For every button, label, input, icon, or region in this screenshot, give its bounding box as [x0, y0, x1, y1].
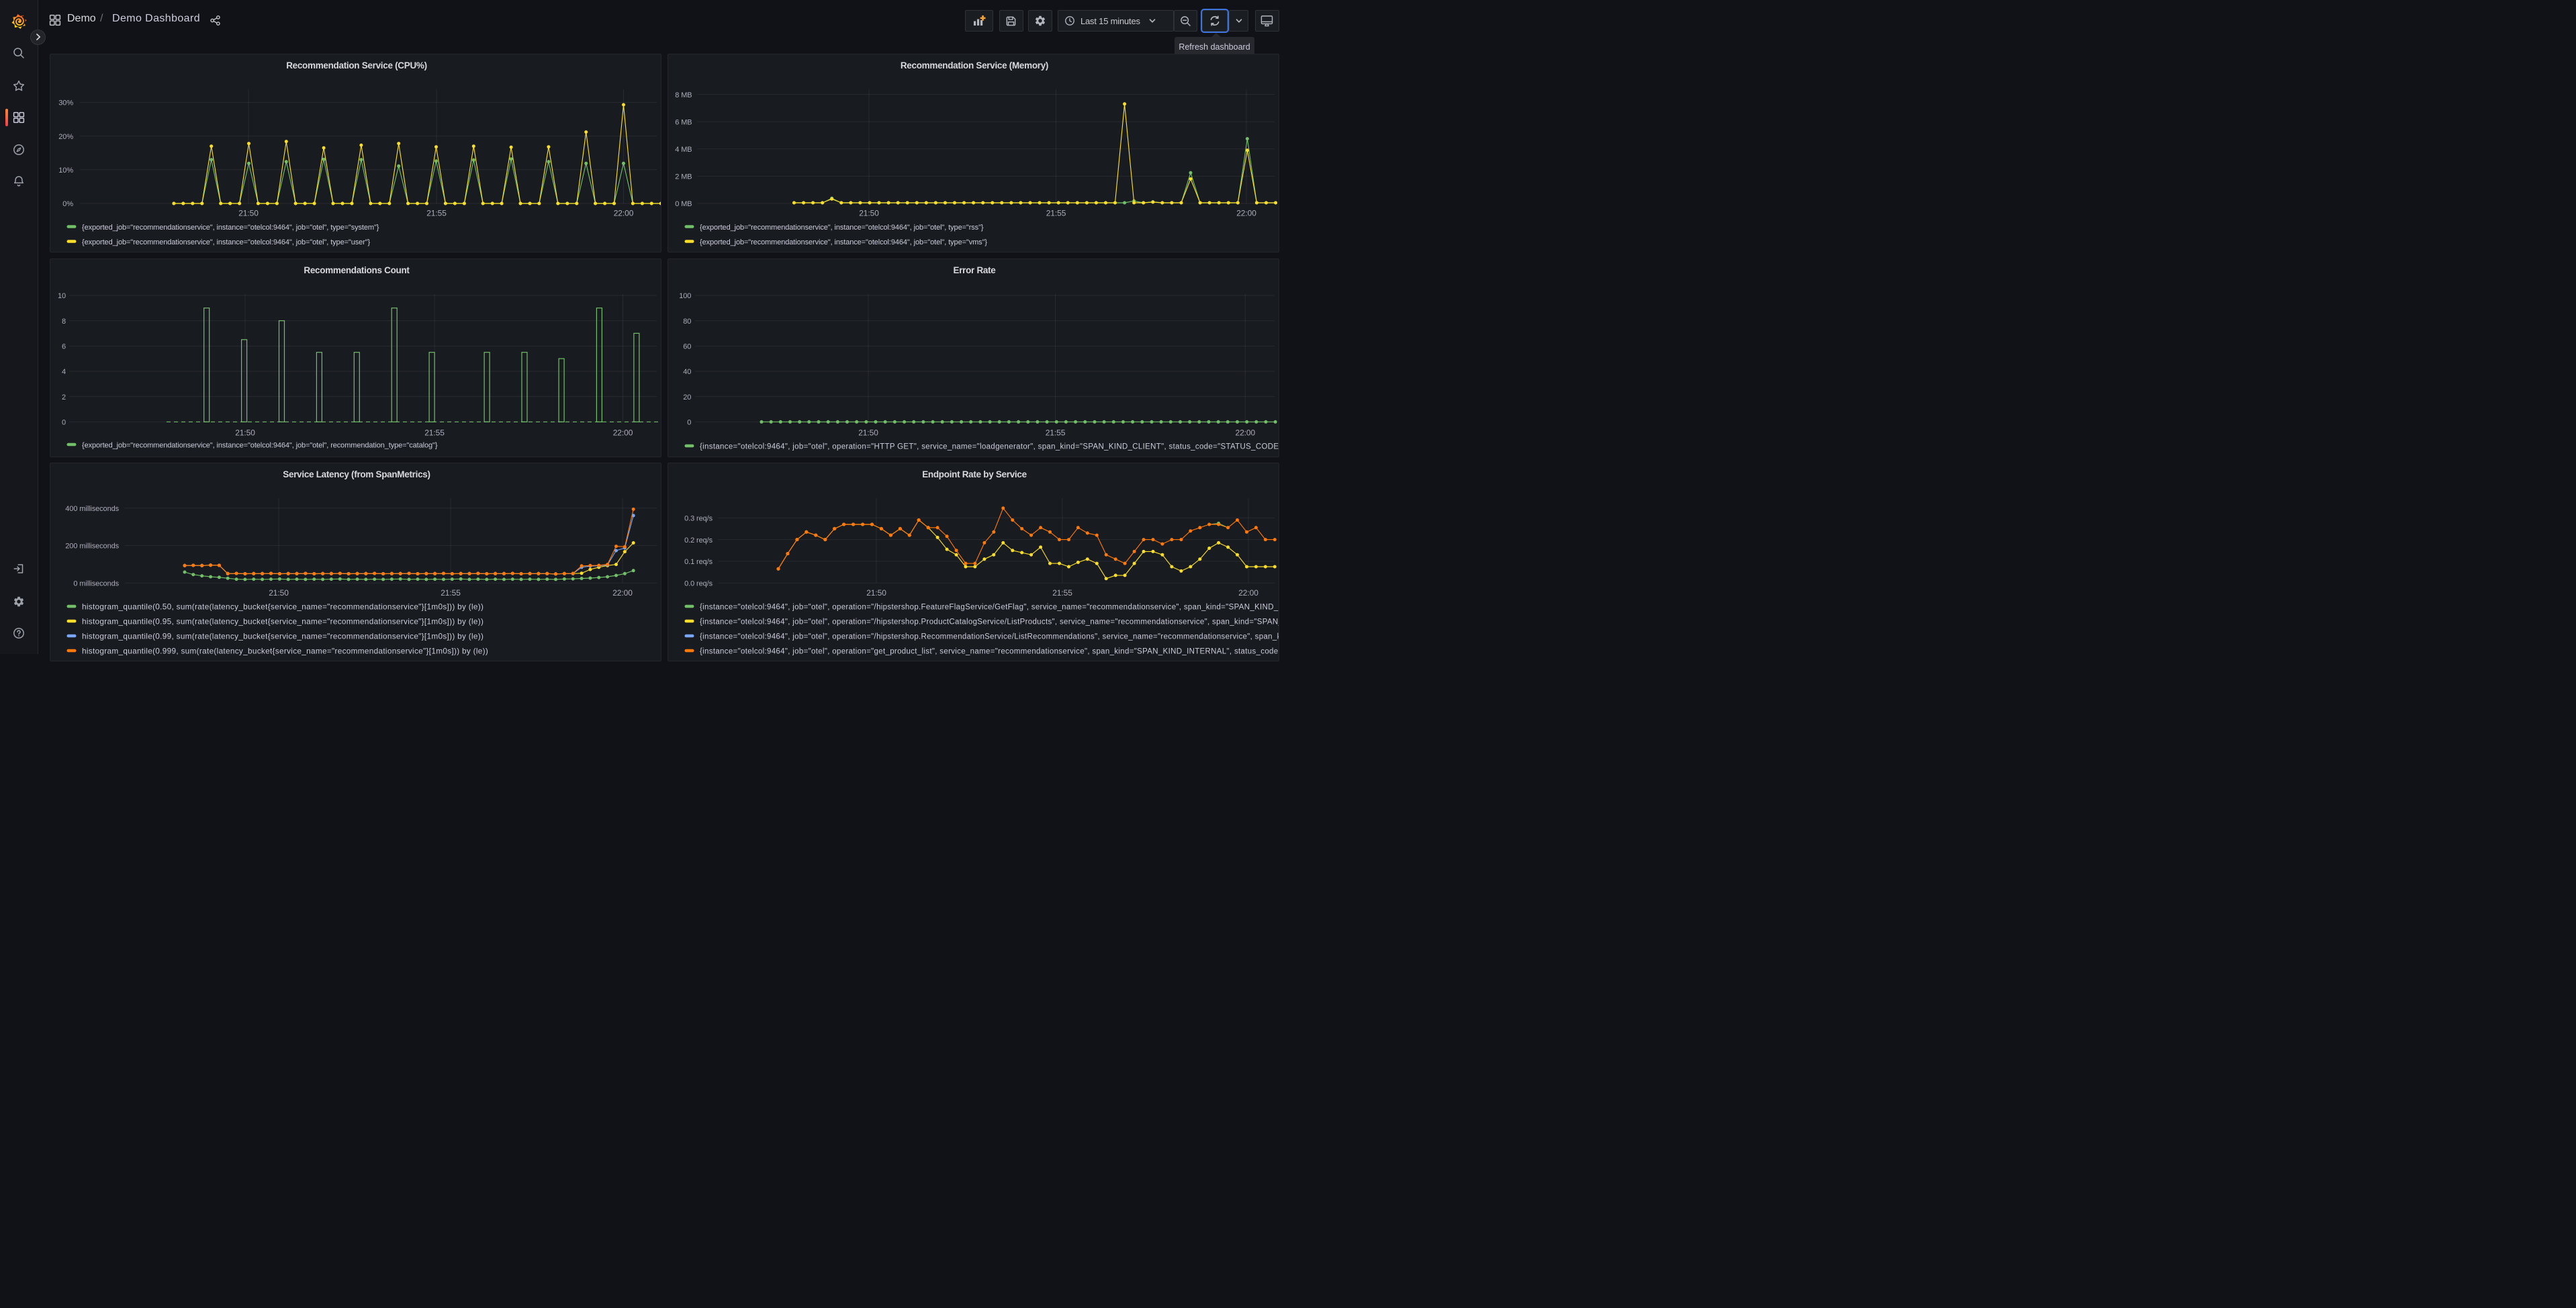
- svg-text:10: 10: [57, 292, 65, 300]
- svg-text:200 milliseconds: 200 milliseconds: [65, 543, 119, 551]
- svg-text:{instance="otelcol:9464", job=: {instance="otelcol:9464", job="otel", op…: [700, 442, 1279, 451]
- svg-text:4 MB: 4 MB: [675, 146, 692, 154]
- svg-text:21:55: 21:55: [1052, 588, 1072, 598]
- svg-text:21:55: 21:55: [1046, 208, 1066, 218]
- svg-text:2: 2: [61, 393, 65, 401]
- svg-text:8: 8: [61, 317, 65, 325]
- svg-text:Recommendations Count: Recommendations Count: [304, 265, 410, 275]
- svg-text:{exported_job="recommendations: {exported_job="recommendationservice", i…: [700, 238, 987, 246]
- svg-text:2 MB: 2 MB: [675, 173, 692, 181]
- svg-text:22:00: 22:00: [1238, 588, 1258, 598]
- svg-text:{exported_job="recommendations: {exported_job="recommendationservice", i…: [82, 223, 379, 231]
- svg-text:histogram_quantile(0.99, sum(r: histogram_quantile(0.99, sum(rate(latenc…: [82, 631, 484, 641]
- svg-text:0.1 req/s: 0.1 req/s: [684, 558, 713, 566]
- svg-text:21:50: 21:50: [269, 588, 289, 598]
- svg-text:{instance="otelcol:9464", job=: {instance="otelcol:9464", job="otel", op…: [700, 618, 1279, 626]
- svg-text:6: 6: [61, 342, 65, 351]
- svg-text:0.3 req/s: 0.3 req/s: [684, 515, 713, 523]
- svg-text:22:00: 22:00: [612, 588, 633, 598]
- svg-text:8 MB: 8 MB: [675, 91, 692, 99]
- svg-text:21:55: 21:55: [424, 428, 445, 437]
- svg-text:60: 60: [683, 342, 691, 351]
- svg-text:21:50: 21:50: [859, 208, 879, 218]
- svg-text:21:55: 21:55: [441, 588, 461, 598]
- svg-text:21:55: 21:55: [1045, 428, 1065, 437]
- svg-text:22:00: 22:00: [1235, 428, 1255, 437]
- svg-text:80: 80: [683, 317, 691, 325]
- svg-text:Recommendation Service (CPU%): Recommendation Service (CPU%): [286, 60, 427, 71]
- svg-text:Recommendation Service (Memory: Recommendation Service (Memory): [900, 60, 1048, 71]
- svg-text:{instance="otelcol:9464", job=: {instance="otelcol:9464", job="otel", op…: [700, 603, 1279, 611]
- svg-text:22:00: 22:00: [1236, 208, 1256, 218]
- svg-text:21:50: 21:50: [238, 208, 259, 218]
- svg-text:{exported_job="recommendations: {exported_job="recommendationservice", i…: [700, 223, 984, 231]
- svg-text:21:55: 21:55: [426, 208, 447, 218]
- svg-text:0 milliseconds: 0 milliseconds: [73, 579, 119, 588]
- svg-text:histogram_quantile(0.999, sum(: histogram_quantile(0.999, sum(rate(laten…: [82, 646, 488, 655]
- svg-text:Error Rate: Error Rate: [953, 265, 996, 275]
- svg-text:0: 0: [687, 418, 691, 426]
- svg-text:20%: 20%: [58, 132, 73, 140]
- svg-text:0.2 req/s: 0.2 req/s: [684, 536, 713, 545]
- svg-text:Service Latency (from SpanMetr: Service Latency (from SpanMetrics): [283, 469, 430, 479]
- svg-text:6 MB: 6 MB: [675, 118, 692, 126]
- svg-text:4: 4: [61, 368, 65, 376]
- svg-text:0 MB: 0 MB: [675, 200, 692, 208]
- svg-text:0%: 0%: [62, 200, 73, 208]
- svg-text:21:50: 21:50: [866, 588, 886, 598]
- svg-text:400 milliseconds: 400 milliseconds: [65, 505, 119, 513]
- svg-text:30%: 30%: [58, 99, 73, 107]
- svg-text:40: 40: [683, 368, 691, 376]
- svg-text:10%: 10%: [58, 167, 73, 175]
- svg-text:100: 100: [679, 292, 691, 300]
- svg-text:Endpoint Rate by Service: Endpoint Rate by Service: [922, 469, 1027, 479]
- svg-text:22:00: 22:00: [612, 428, 633, 437]
- svg-text:{instance="otelcol:9464", job=: {instance="otelcol:9464", job="otel", op…: [700, 647, 1279, 655]
- svg-text:{exported_job="recommendations: {exported_job="recommendationservice", i…: [82, 441, 438, 449]
- svg-text:histogram_quantile(0.95, sum(r: histogram_quantile(0.95, sum(rate(latenc…: [82, 616, 484, 626]
- svg-text:22:00: 22:00: [613, 208, 633, 218]
- svg-text:histogram_quantile(0.50, sum(r: histogram_quantile(0.50, sum(rate(latenc…: [82, 602, 484, 611]
- svg-text:{instance="otelcol:9464", job=: {instance="otelcol:9464", job="otel", op…: [700, 633, 1279, 641]
- svg-text:21:50: 21:50: [235, 428, 255, 437]
- svg-text:0: 0: [61, 418, 65, 426]
- svg-text:21:50: 21:50: [858, 428, 878, 437]
- svg-text:20: 20: [683, 393, 691, 401]
- svg-text:{exported_job="recommendations: {exported_job="recommendationservice", i…: [82, 238, 371, 246]
- svg-text:0.0 req/s: 0.0 req/s: [684, 579, 713, 588]
